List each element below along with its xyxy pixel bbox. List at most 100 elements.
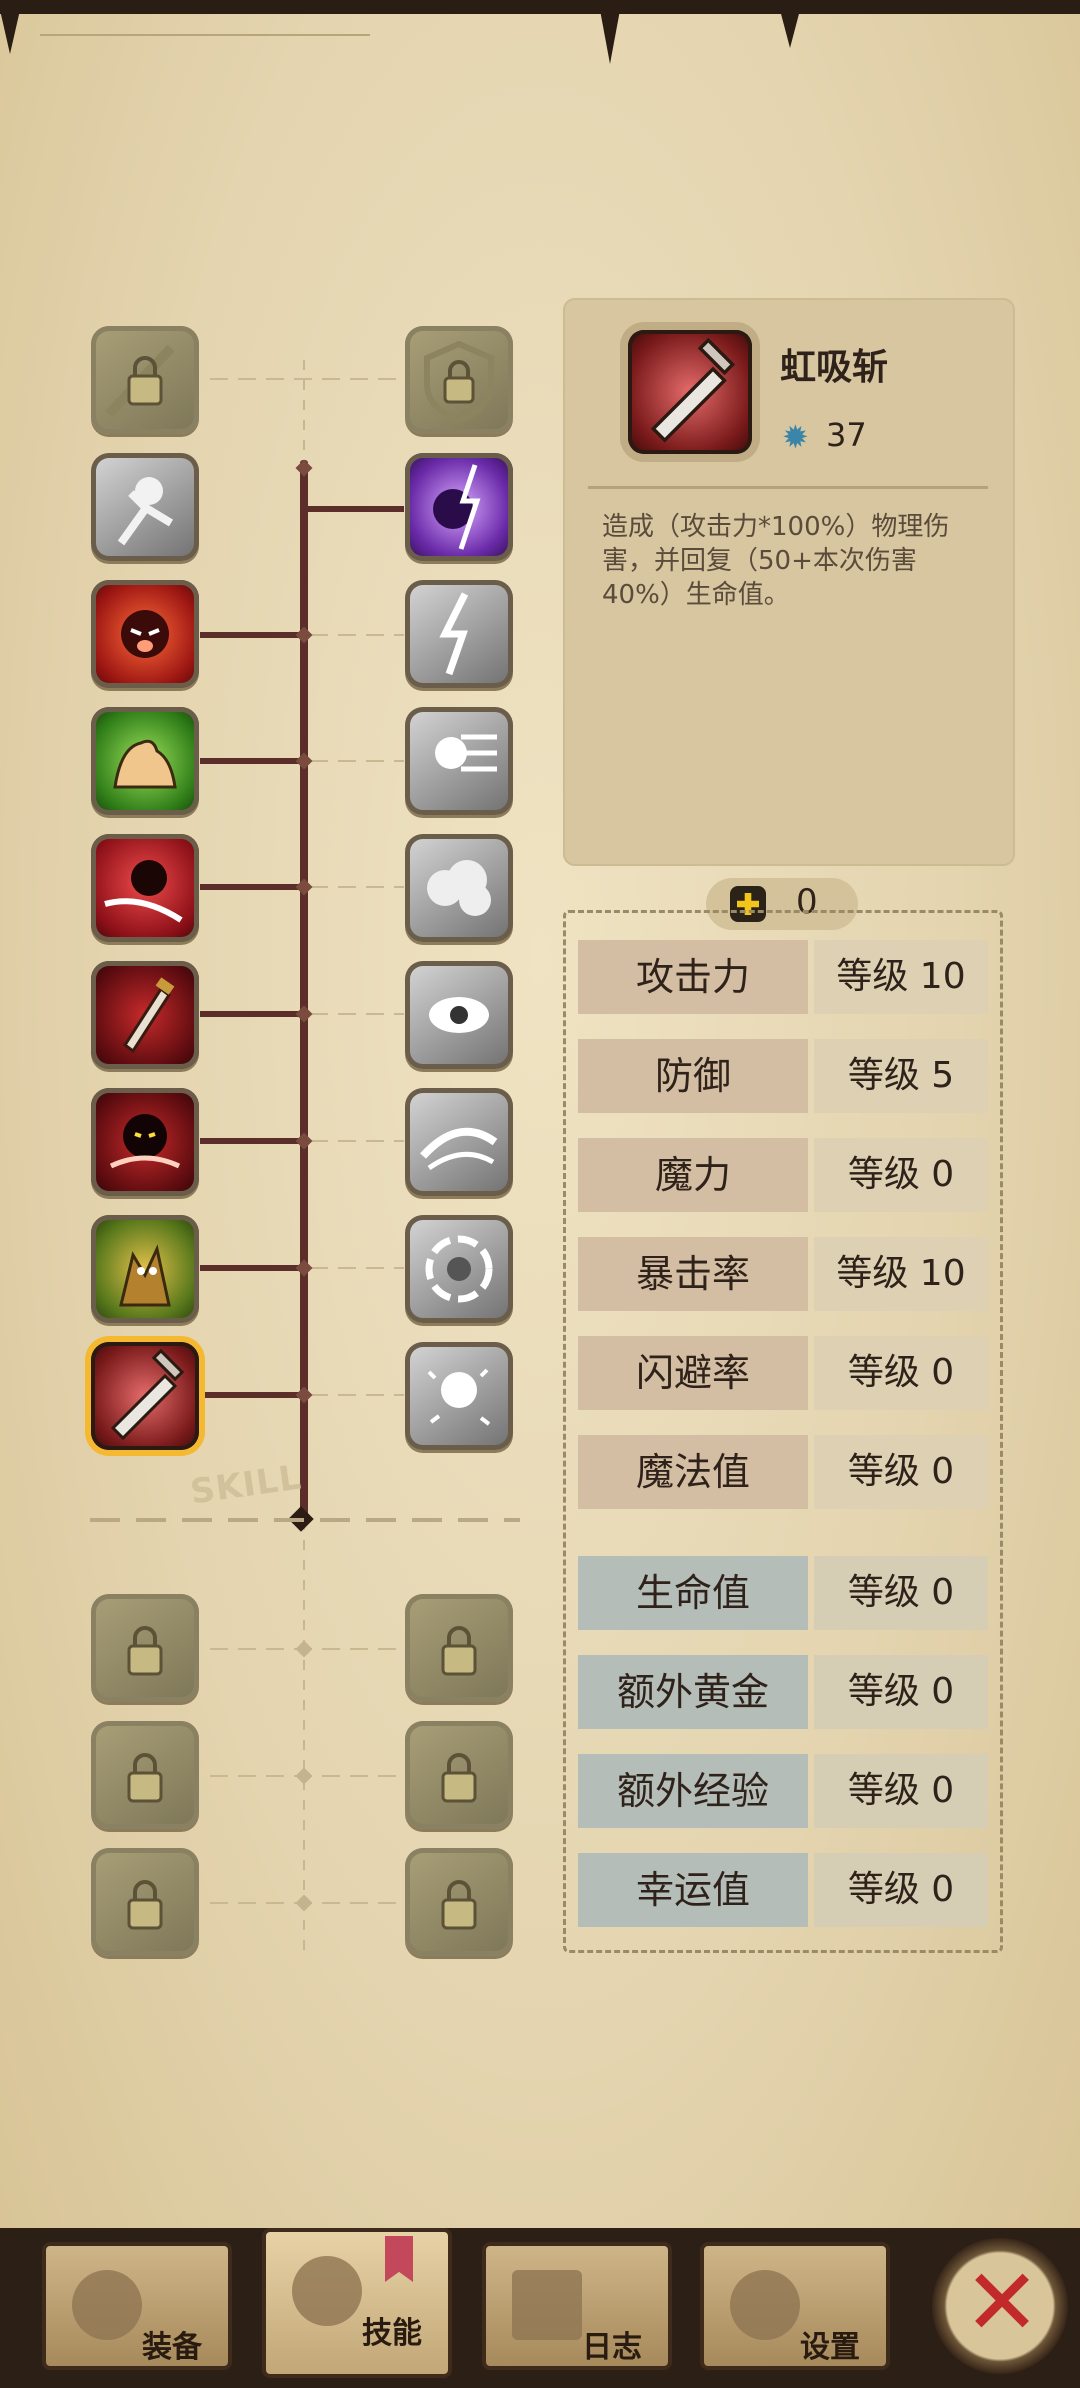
lock-icon xyxy=(441,1753,477,1803)
stat-row[interactable]: 额外黄金 等级 0 xyxy=(578,1655,988,1729)
rage-icon xyxy=(121,610,169,658)
skill-icon-rainbow-slash[interactable] xyxy=(91,1342,199,1450)
skill-icon-vortex[interactable] xyxy=(405,1215,513,1323)
stat-level: 等级 0 xyxy=(814,1655,988,1729)
sword-icon xyxy=(650,337,736,443)
tab-settings-label: 设置 xyxy=(800,2330,860,2365)
tree-branch xyxy=(200,1138,304,1144)
top-torn-edge xyxy=(0,0,1080,14)
stat-row[interactable]: 幸运值 等级 0 xyxy=(578,1853,988,1927)
skill-icon-sword-locked[interactable] xyxy=(91,326,199,434)
tab-settings[interactable]: 设置 xyxy=(700,2242,890,2370)
skill-icon-cloud[interactable] xyxy=(405,834,513,942)
tab-log[interactable]: 日志 xyxy=(482,2242,672,2370)
lock-icon xyxy=(441,1880,477,1930)
skill-icon-shadow[interactable] xyxy=(91,1088,199,1196)
shadow-icon xyxy=(109,1114,181,1169)
lightning-icon xyxy=(433,464,481,550)
tab-equip-label: 装备 xyxy=(142,2330,202,2365)
tree-branch xyxy=(200,1011,304,1017)
tree-divider xyxy=(90,1518,520,1522)
skill-icon-locked[interactable] xyxy=(91,1721,199,1829)
skill-icon-shield-locked[interactable] xyxy=(405,326,513,434)
skill-icon-locked[interactable] xyxy=(405,1594,513,1702)
tree-branch xyxy=(308,506,404,512)
skill-icon-dagger[interactable] xyxy=(91,961,199,1069)
wind-icon xyxy=(420,1127,498,1171)
tree-ghost-branch xyxy=(310,886,404,888)
stat-row[interactable]: 暴击率 等级 10 xyxy=(578,1237,988,1311)
panel-divider xyxy=(588,486,988,489)
skill-icon-wind-blade[interactable] xyxy=(405,1088,513,1196)
dagger-icon xyxy=(122,977,175,1054)
stat-level: 等级 10 xyxy=(814,940,988,1014)
stat-row[interactable]: 魔力 等级 0 xyxy=(578,1138,988,1212)
treant-icon xyxy=(119,1244,171,1307)
selected-skill-cost: 37 xyxy=(826,416,867,454)
stat-row[interactable]: 魔法值 等级 0 xyxy=(578,1435,988,1509)
selected-skill-icon xyxy=(628,330,752,454)
tree-branch xyxy=(200,758,304,764)
tab-skills[interactable]: 技能 xyxy=(262,2228,452,2378)
lock-icon xyxy=(127,1880,163,1930)
stat-level: 等级 0 xyxy=(814,1138,988,1212)
lock-icon xyxy=(127,1753,163,1803)
skill-icon-locked[interactable] xyxy=(405,1848,513,1956)
stat-name: 防御 xyxy=(578,1039,808,1113)
gear-icon xyxy=(730,2270,800,2340)
skill-icon-eye[interactable] xyxy=(405,961,513,1069)
skill-icon-locked[interactable] xyxy=(91,1848,199,1956)
vortex-icon xyxy=(425,1235,493,1303)
thunder-icon xyxy=(439,592,469,676)
stat-name: 攻击力 xyxy=(578,940,808,1014)
skill-icon-charge[interactable] xyxy=(405,707,513,815)
stat-level: 等级 0 xyxy=(814,1435,988,1509)
tree-ghost-branch xyxy=(310,760,404,762)
stat-name: 幸运值 xyxy=(578,1853,808,1927)
stat-level: 等级 0 xyxy=(814,1754,988,1828)
tab-equip[interactable]: 装备 xyxy=(42,2242,232,2370)
stat-row[interactable]: 生命值 等级 0 xyxy=(578,1556,988,1630)
lock-icon xyxy=(441,1626,477,1676)
tree-ghost-branch xyxy=(310,1267,404,1269)
selected-skill-name: 虹吸斩 xyxy=(780,347,889,388)
stat-name: 魔力 xyxy=(578,1138,808,1212)
skill-icon-sparkle[interactable] xyxy=(405,1342,513,1450)
stat-level: 等级 5 xyxy=(814,1039,988,1113)
tree-branch xyxy=(200,632,304,638)
selected-skill-description: 造成（攻击力*100%）物理伤害，并回复（50+本次伤害40%）生命值。 xyxy=(602,512,950,610)
stat-row[interactable]: 额外经验 等级 0 xyxy=(578,1754,988,1828)
tab-log-label: 日志 xyxy=(582,2330,642,2365)
skill-icon-locked[interactable] xyxy=(91,1594,199,1702)
strength-icon xyxy=(113,739,177,789)
stat-name: 闪避率 xyxy=(578,1336,808,1410)
torn-edge-spike xyxy=(0,10,20,54)
stat-name: 额外黄金 xyxy=(578,1655,808,1729)
skill-icon-dash[interactable] xyxy=(91,834,199,942)
skill-emblem-icon xyxy=(292,2256,362,2326)
stat-level: 等级 0 xyxy=(814,1336,988,1410)
stat-name: 魔法值 xyxy=(578,1435,808,1509)
stat-name: 额外经验 xyxy=(578,1754,808,1828)
skill-tree-trunk xyxy=(300,460,308,1523)
skill-icon-throw[interactable] xyxy=(91,453,199,561)
throw-icon xyxy=(117,477,174,546)
stat-row[interactable]: 闪避率 等级 0 xyxy=(578,1336,988,1410)
tab-skills-label: 技能 xyxy=(362,2316,422,2351)
stat-row[interactable]: 防御 等级 5 xyxy=(578,1039,988,1113)
skill-icon-thunder[interactable] xyxy=(405,580,513,688)
tree-branch xyxy=(200,884,304,890)
lock-icon xyxy=(105,344,175,418)
tree-ghost-branch xyxy=(310,1013,404,1015)
cloud-icon xyxy=(427,860,491,916)
charge-icon xyxy=(435,734,497,772)
skill-icon-strength[interactable] xyxy=(91,707,199,815)
skill-icon-rage[interactable] xyxy=(91,580,199,688)
stat-row[interactable]: 攻击力 等级 10 xyxy=(578,940,988,1014)
skill-icon-forest[interactable] xyxy=(91,1215,199,1323)
stat-level: 等级 10 xyxy=(814,1237,988,1311)
skill-icon-lightning-mage[interactable] xyxy=(405,453,513,561)
eye-icon xyxy=(429,997,489,1033)
stat-level: 等级 0 xyxy=(814,1556,988,1630)
skill-icon-locked[interactable] xyxy=(405,1721,513,1829)
